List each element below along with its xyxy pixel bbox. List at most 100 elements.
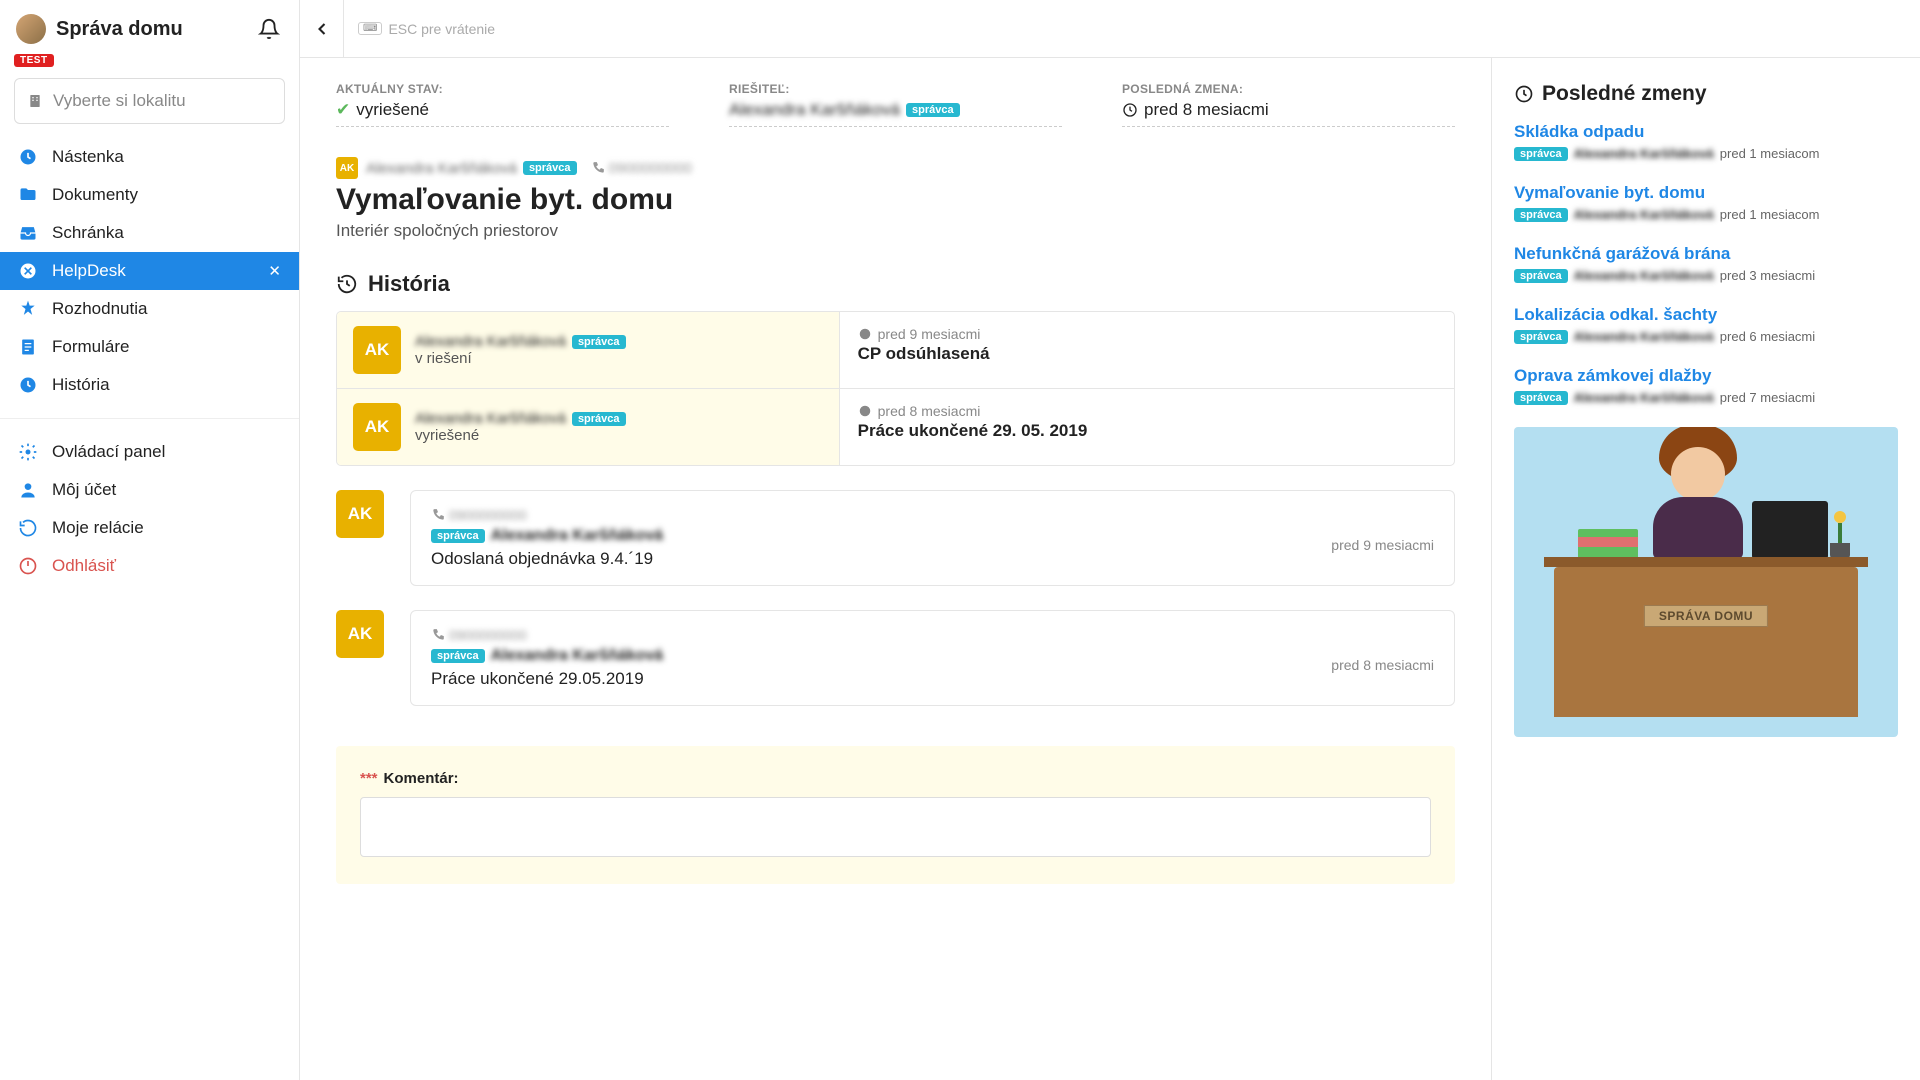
history-name: Alexandra Karšňáková	[415, 410, 566, 427]
nav-item-label: Moje relácie	[52, 518, 144, 538]
nav-schranka[interactable]: Schránka	[0, 214, 299, 252]
user-avatar[interactable]	[16, 14, 46, 44]
author-phone: 0900000000	[591, 160, 692, 177]
clock-icon	[1514, 84, 1534, 104]
recent-changes-header: Posledné zmeny	[1514, 82, 1898, 106]
app-title: Správa domu	[56, 18, 255, 41]
clock-icon	[858, 327, 872, 341]
recent-item[interactable]: Oprava zámkovej dlažby správca Alexandra …	[1514, 366, 1898, 405]
recent-item-name: Alexandra Karšňáková	[1574, 390, 1714, 405]
locality-select[interactable]: Vyberte si lokalitu	[14, 78, 285, 124]
nav-odhlasit[interactable]: Odhlásiť	[0, 547, 299, 585]
initials-box: AK	[353, 403, 401, 451]
assignee-name: Alexandra Karšňáková	[729, 100, 900, 120]
back-button[interactable]	[300, 0, 344, 58]
comment-card: 0900000000 správcaAlexandra Karšňáková O…	[410, 490, 1455, 586]
initials-box: AK	[336, 610, 384, 658]
nav-item-label: Formuláre	[52, 337, 129, 357]
comment-message: Práce ukončené 29.05.2019	[431, 669, 1434, 689]
nav-item-label: Schránka	[52, 223, 124, 243]
check-circle-icon: ✔	[336, 100, 350, 120]
clock-icon	[858, 404, 872, 418]
nav-helpdesk[interactable]: HelpDesk ✕	[0, 252, 299, 290]
recent-item-name: Alexandra Karšňáková	[1574, 207, 1714, 222]
recent-item-time: pred 3 mesiacmi	[1720, 268, 1815, 283]
comment-textarea[interactable]	[360, 797, 1431, 857]
role-badge: správca	[1514, 391, 1568, 405]
recent-item-title[interactable]: Skládka odpadu	[1514, 122, 1898, 142]
recent-item-name: Alexandra Karšňáková	[1574, 146, 1714, 161]
status-state: AKTUÁLNY STAV: ✔vyriešené	[336, 82, 669, 127]
nav-moje-relacie[interactable]: Moje relácie	[0, 509, 299, 547]
comment-block: AK 0900000000 správcaAlexandra Karšňákov…	[336, 610, 1455, 706]
comment-author: Alexandra Karšňáková	[491, 647, 664, 665]
nav-item-label: Môj účet	[52, 480, 116, 500]
new-comment-label: ***Komentár:	[360, 770, 1431, 787]
nav-nastenka[interactable]: Nástenka	[0, 138, 299, 176]
recent-item-time: pred 1 mesiacom	[1720, 146, 1820, 161]
role-badge: správca	[1514, 269, 1568, 283]
right-panel: Posledné zmeny Skládka odpadu správcaAle…	[1492, 58, 1920, 1080]
role-badge: správca	[523, 161, 577, 175]
history-time: pred 8 mesiacmi	[878, 403, 981, 419]
phone-icon	[431, 628, 445, 642]
recent-item-title[interactable]: Vymaľovanie byt. domu	[1514, 183, 1898, 203]
nav-item-label: História	[52, 375, 110, 395]
status-label: RIEŠITEĽ:	[729, 82, 1062, 96]
comment-time: pred 9 mesiacmi	[1331, 537, 1434, 553]
role-badge: správca	[1514, 330, 1568, 344]
nav-divider	[0, 418, 299, 419]
notifications-bell-icon[interactable]	[255, 15, 283, 43]
role-badge: správca	[431, 649, 485, 663]
new-comment-zone: ***Komentár:	[336, 746, 1455, 884]
role-badge: správca	[572, 412, 626, 426]
section-title: História	[368, 271, 450, 297]
history-header: História	[336, 271, 1455, 297]
comment-message: Odoslaná objednávka 9.4.´19	[431, 549, 1434, 569]
nav-dokumenty[interactable]: Dokumenty	[0, 176, 299, 214]
history-icon	[336, 273, 358, 295]
locality-placeholder: Vyberte si lokalitu	[53, 91, 186, 111]
illustration-label: SPRÁVA DOMU	[1644, 605, 1768, 627]
history-name: Alexandra Karšňáková	[415, 333, 566, 350]
nav-historia[interactable]: História	[0, 366, 299, 404]
topbar: ⌨ ESC pre vrátenie	[300, 0, 1920, 58]
recent-item[interactable]: Nefunkčná garážová brána správcaAlexandr…	[1514, 244, 1898, 283]
nav-item-label: Ovládací panel	[52, 442, 165, 462]
nav-primary: Nástenka Dokumenty Schránka HelpDesk ✕ Ro…	[0, 134, 299, 408]
status-label: AKTUÁLNY STAV:	[336, 82, 669, 96]
nav-formulare[interactable]: Formuláre	[0, 328, 299, 366]
esc-hint: ⌨ ESC pre vrátenie	[358, 21, 495, 37]
recent-item-name: Alexandra Karšňáková	[1574, 329, 1714, 344]
recent-item[interactable]: Skládka odpadu správcaAlexandra Karšňáko…	[1514, 122, 1898, 161]
recent-item-title[interactable]: Nefunkčná garážová brána	[1514, 244, 1898, 264]
recent-item[interactable]: Lokalizácia odkal. šachty správca Alexand…	[1514, 305, 1898, 344]
nav-item-label: HelpDesk	[52, 261, 126, 281]
esc-hint-text: ESC pre vrátenie	[388, 21, 495, 37]
status-label: POSLEDNÁ ZMENA:	[1122, 82, 1455, 96]
status-assignee: RIEŠITEĽ: Alexandra Karšňákovásprávca	[729, 82, 1062, 127]
status-row: AKTUÁLNY STAV: ✔vyriešené RIEŠITEĽ: Alex…	[336, 82, 1455, 127]
recent-item-title[interactable]: Oprava zámkovej dlažby	[1514, 366, 1898, 386]
recent-item[interactable]: Vymaľovanie byt. domu správca Alexandra K…	[1514, 183, 1898, 222]
recent-item-title[interactable]: Lokalizácia odkal. šachty	[1514, 305, 1898, 325]
illustration: SPRÁVA DOMU	[1514, 427, 1898, 737]
recent-item-time: pred 1 mesiacom	[1720, 207, 1820, 222]
history-status: vyriešené	[415, 427, 626, 444]
role-badge: správca	[431, 529, 485, 543]
initials-box: AK	[353, 326, 401, 374]
role-badge: správca	[1514, 208, 1568, 222]
close-icon[interactable]: ✕	[268, 262, 281, 280]
nav-rozhodnutia[interactable]: Rozhodnutia	[0, 290, 299, 328]
status-changed: POSLEDNÁ ZMENA: pred 8 mesiacmi	[1122, 82, 1455, 127]
nav-moj-ucet[interactable]: Môj účet	[0, 471, 299, 509]
ticket-title: Vymaľovanie byt. domu	[336, 183, 1455, 217]
comment-author: Alexandra Karšňáková	[491, 527, 664, 545]
nav-secondary: Ovládací panel Môj účet Moje relácie Odh…	[0, 429, 299, 589]
ticket-author-row: AK Alexandra Karšňáková správca 09000000…	[336, 157, 1455, 179]
nav-ovladaci-panel[interactable]: Ovládací panel	[0, 433, 299, 471]
author-initials-badge: AK	[336, 157, 358, 179]
history-time: pred 9 mesiacmi	[878, 326, 981, 342]
recent-item-time: pred 7 mesiacmi	[1720, 390, 1815, 405]
initials-box: AK	[336, 490, 384, 538]
